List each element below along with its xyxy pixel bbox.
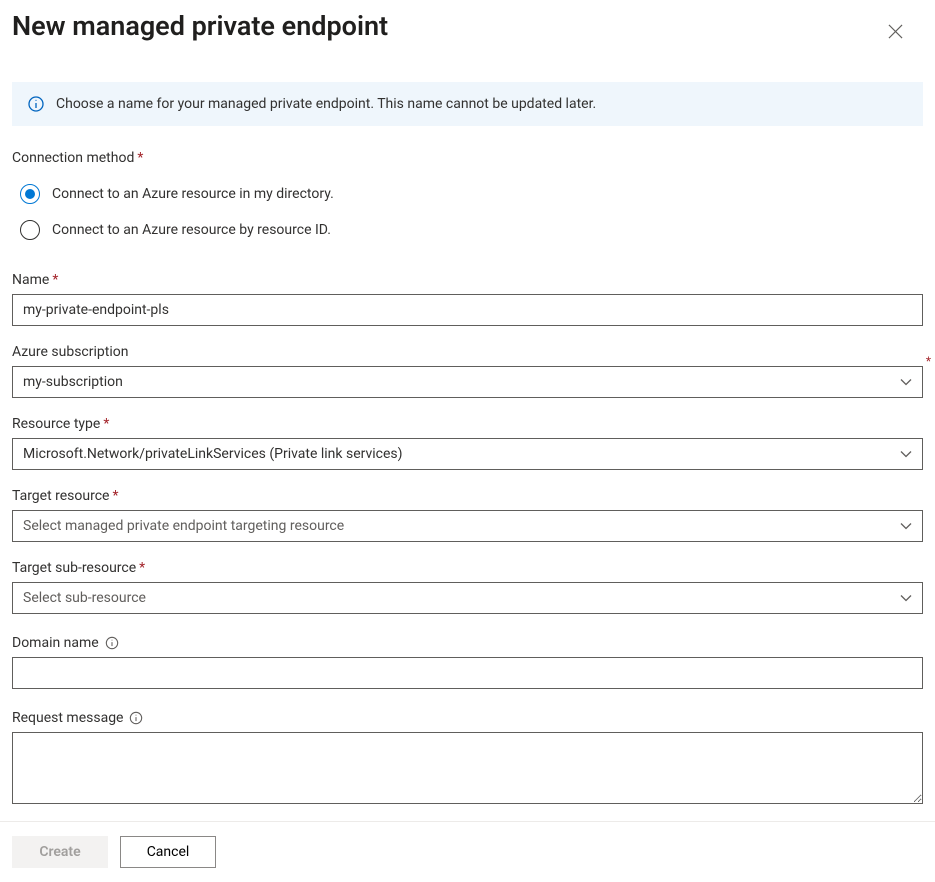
close-icon: [888, 27, 903, 42]
connection-method-radio-group: Connect to an Azure resource in my direc…: [12, 176, 923, 248]
target-resource-dropdown[interactable]: Select managed private endpoint targetin…: [12, 510, 923, 542]
info-icon[interactable]: [105, 636, 119, 650]
info-banner-text: Choose a name for your managed private e…: [56, 96, 596, 112]
target-resource-placeholder: Select managed private endpoint targetin…: [23, 518, 344, 534]
chevron-down-icon: [900, 376, 912, 388]
panel-content: Choose a name for your managed private e…: [0, 54, 935, 821]
domain-name-label: Domain name: [12, 635, 119, 651]
info-icon: [28, 96, 44, 112]
target-resource-label: Target resource*: [12, 488, 923, 504]
name-label: Name*: [12, 272, 923, 288]
panel-title: New managed private endpoint: [12, 10, 388, 42]
subscription-value: my-subscription: [23, 374, 123, 390]
subscription-dropdown[interactable]: my-subscription: [12, 366, 923, 398]
required-asterisk: *: [112, 488, 118, 504]
info-banner: Choose a name for your managed private e…: [12, 82, 923, 126]
panel-header: New managed private endpoint: [0, 0, 935, 54]
target-subresource-label: Target sub-resource*: [12, 560, 923, 576]
panel-footer: Create Cancel: [0, 821, 935, 882]
new-managed-private-endpoint-panel: New managed private endpoint Choose a na…: [0, 0, 935, 882]
request-message-textarea[interactable]: [12, 732, 923, 804]
info-icon[interactable]: [129, 711, 143, 725]
required-asterisk: *: [52, 272, 58, 288]
cancel-button[interactable]: Cancel: [120, 836, 216, 868]
radio-label: Connect to an Azure resource in my direc…: [52, 186, 334, 202]
connection-method-label: Connection method*: [12, 150, 923, 166]
required-asterisk: *: [137, 150, 143, 166]
radio-connect-in-directory[interactable]: Connect to an Azure resource in my direc…: [12, 176, 923, 212]
chevron-down-icon: [900, 448, 912, 460]
resource-type-label: Resource type*: [12, 416, 923, 432]
request-message-label: Request message: [12, 710, 143, 726]
subscription-label: Azure subscription: [12, 344, 923, 360]
domain-name-input[interactable]: [12, 657, 923, 689]
required-asterisk: *: [103, 416, 109, 432]
radio-connect-by-resource-id[interactable]: Connect to an Azure resource by resource…: [12, 212, 923, 248]
radio-button-icon: [20, 184, 40, 204]
radio-label: Connect to an Azure resource by resource…: [52, 222, 331, 238]
resource-type-value: Microsoft.Network/privateLinkServices (P…: [23, 446, 403, 462]
radio-button-icon: [20, 220, 40, 240]
chevron-down-icon: [900, 592, 912, 604]
target-subresource-dropdown[interactable]: Select sub-resource: [12, 582, 923, 614]
create-button[interactable]: Create: [12, 836, 108, 868]
target-subresource-placeholder: Select sub-resource: [23, 590, 146, 606]
resource-type-dropdown[interactable]: Microsoft.Network/privateLinkServices (P…: [12, 438, 923, 470]
close-button[interactable]: [880, 16, 911, 47]
required-asterisk: *: [139, 560, 145, 576]
name-input[interactable]: [12, 294, 923, 326]
required-asterisk: *: [926, 354, 931, 368]
chevron-down-icon: [900, 520, 912, 532]
